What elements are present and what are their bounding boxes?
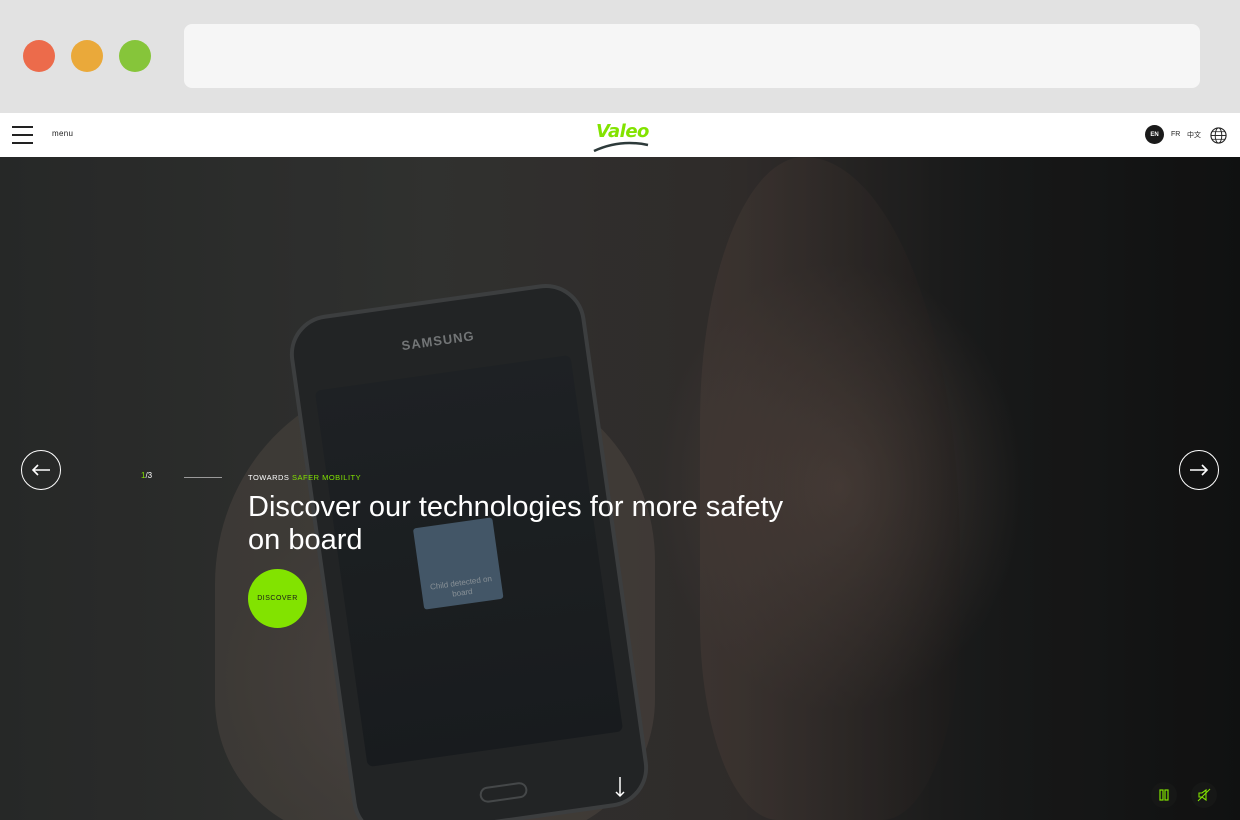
previous-slide-button[interactable] — [21, 450, 61, 490]
close-window-button[interactable] — [23, 40, 55, 72]
slide-total: /3 — [145, 471, 153, 480]
maximize-window-button[interactable] — [119, 40, 151, 72]
pause-button[interactable] — [1151, 782, 1177, 808]
hero-slider: SAMSUNG Child detected on board 1/3 TOWA… — [0, 157, 1240, 820]
arrow-right-icon — [1190, 464, 1209, 476]
slide-counter: 1/3 — [141, 471, 152, 480]
discover-button[interactable]: DISCOVER — [248, 569, 307, 628]
hero-headline: Discover our technologies for more safet… — [248, 491, 784, 556]
eyebrow-prefix: TOWARDS — [248, 473, 293, 482]
arrow-down-icon[interactable] — [612, 775, 628, 799]
speaker-muted-icon — [1197, 788, 1211, 802]
eyebrow-accent: SAFER MOBILITY — [292, 473, 362, 482]
language-fr[interactable]: FR — [1171, 131, 1180, 138]
hamburger-icon[interactable] — [12, 125, 33, 145]
logo-swoosh-icon — [593, 141, 649, 153]
site-header: menu Valeo EN FR 中文 — [0, 113, 1240, 157]
browser-chrome — [0, 0, 1240, 113]
logo-wordmark: Valeo — [596, 121, 649, 142]
hero-eyebrow: TOWARDS SAFER MOBILITY — [248, 473, 361, 482]
language-en[interactable]: EN — [1145, 125, 1164, 144]
language-zh[interactable]: 中文 — [1187, 130, 1201, 140]
globe-icon[interactable] — [1210, 127, 1227, 144]
hero-overlay — [0, 157, 1240, 820]
arrow-left-icon — [31, 464, 50, 476]
next-slide-button[interactable] — [1179, 450, 1219, 490]
menu-label[interactable]: menu — [52, 129, 73, 138]
address-bar[interactable] — [184, 24, 1200, 88]
mute-button[interactable] — [1191, 782, 1217, 808]
minimize-window-button[interactable] — [71, 40, 103, 72]
pause-icon — [1159, 789, 1169, 801]
valeo-logo[interactable]: Valeo — [592, 119, 652, 153]
counter-divider — [184, 477, 222, 478]
